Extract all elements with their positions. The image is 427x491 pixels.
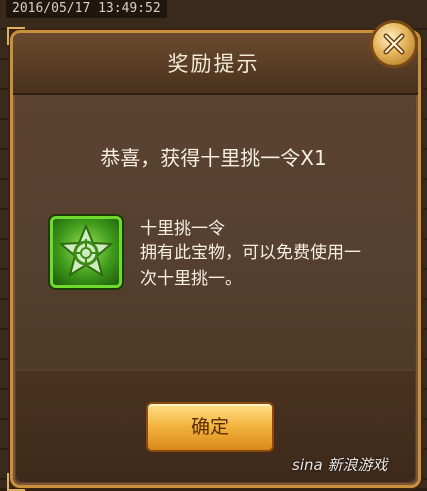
- reward-message: 恭喜，获得十里挑一令X1: [100, 146, 327, 170]
- item-description: 拥有此宝物，可以免费使用一次十里挑一。: [140, 243, 361, 289]
- timestamp: 2016/05/17 13:49:52: [6, 0, 167, 18]
- close-button[interactable]: [370, 20, 418, 68]
- item-name: 十里挑一令: [140, 219, 225, 239]
- dialog-title: 奖励提示: [167, 52, 260, 76]
- item-slot[interactable]: [50, 216, 122, 288]
- close-icon: [383, 33, 405, 55]
- watermark: sina 新浪游戏: [292, 456, 388, 474]
- star-badge-icon: [58, 223, 114, 278]
- confirm-button[interactable]: 确定: [146, 402, 274, 452]
